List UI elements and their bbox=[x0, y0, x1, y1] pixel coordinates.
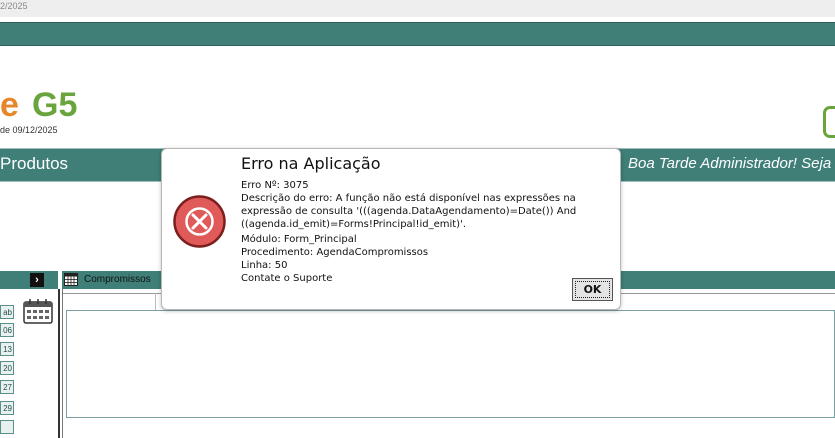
dialog-title: Erro na Aplicação bbox=[241, 154, 381, 173]
error-contact: Contate o Suporte bbox=[241, 273, 333, 284]
error-line: Linha: 50 bbox=[241, 260, 288, 271]
left-panel-header bbox=[0, 271, 58, 289]
expand-button[interactable]: › bbox=[30, 273, 44, 287]
error-description-line3: ((agenda.id_emit)=Forms!Principal!id_emi… bbox=[241, 219, 466, 230]
error-module: Módulo: Form_Principal bbox=[241, 234, 357, 245]
left-panel-border bbox=[58, 289, 60, 438]
error-number: Erro Nº: 3075 bbox=[241, 180, 309, 191]
grid-calendar-icon bbox=[64, 273, 78, 286]
compromissos-column-divider bbox=[155, 293, 156, 311]
brand-letter: e bbox=[0, 86, 19, 124]
day-cell[interactable]: 20 bbox=[0, 361, 14, 375]
brand-name: G5 bbox=[32, 86, 78, 124]
greeting-text: Boa Tarde Administrador! Seja bbox=[628, 155, 832, 172]
compromissos-list[interactable] bbox=[66, 310, 835, 418]
version-text: de 09/12/2025 bbox=[0, 125, 58, 135]
compromissos-title: Compromissos bbox=[84, 274, 151, 285]
ok-button[interactable]: OK bbox=[572, 278, 613, 301]
error-description-line2: expressão de consulta '(((agenda.DataAge… bbox=[241, 206, 577, 217]
header-bar bbox=[0, 22, 835, 46]
top-strip bbox=[0, 0, 835, 17]
whatsapp-icon[interactable] bbox=[823, 106, 835, 138]
day-cell[interactable] bbox=[0, 420, 14, 434]
day-cell[interactable]: 06 bbox=[0, 323, 14, 337]
day-cell[interactable]: 13 bbox=[0, 342, 14, 356]
error-description: Descrição do erro: A função não está dis… bbox=[241, 193, 576, 204]
nav-item-produtos[interactable]: Produtos bbox=[0, 154, 68, 174]
error-icon bbox=[173, 195, 226, 248]
day-cell[interactable]: 27 bbox=[0, 380, 14, 394]
top-date-text: 2/2025 bbox=[0, 1, 28, 11]
day-cell[interactable]: ab bbox=[0, 305, 14, 319]
error-procedure: Procedimento: AgendaCompromissos bbox=[241, 247, 429, 258]
calendar-icon[interactable] bbox=[23, 299, 53, 324]
day-cell[interactable]: 29 bbox=[0, 401, 14, 415]
